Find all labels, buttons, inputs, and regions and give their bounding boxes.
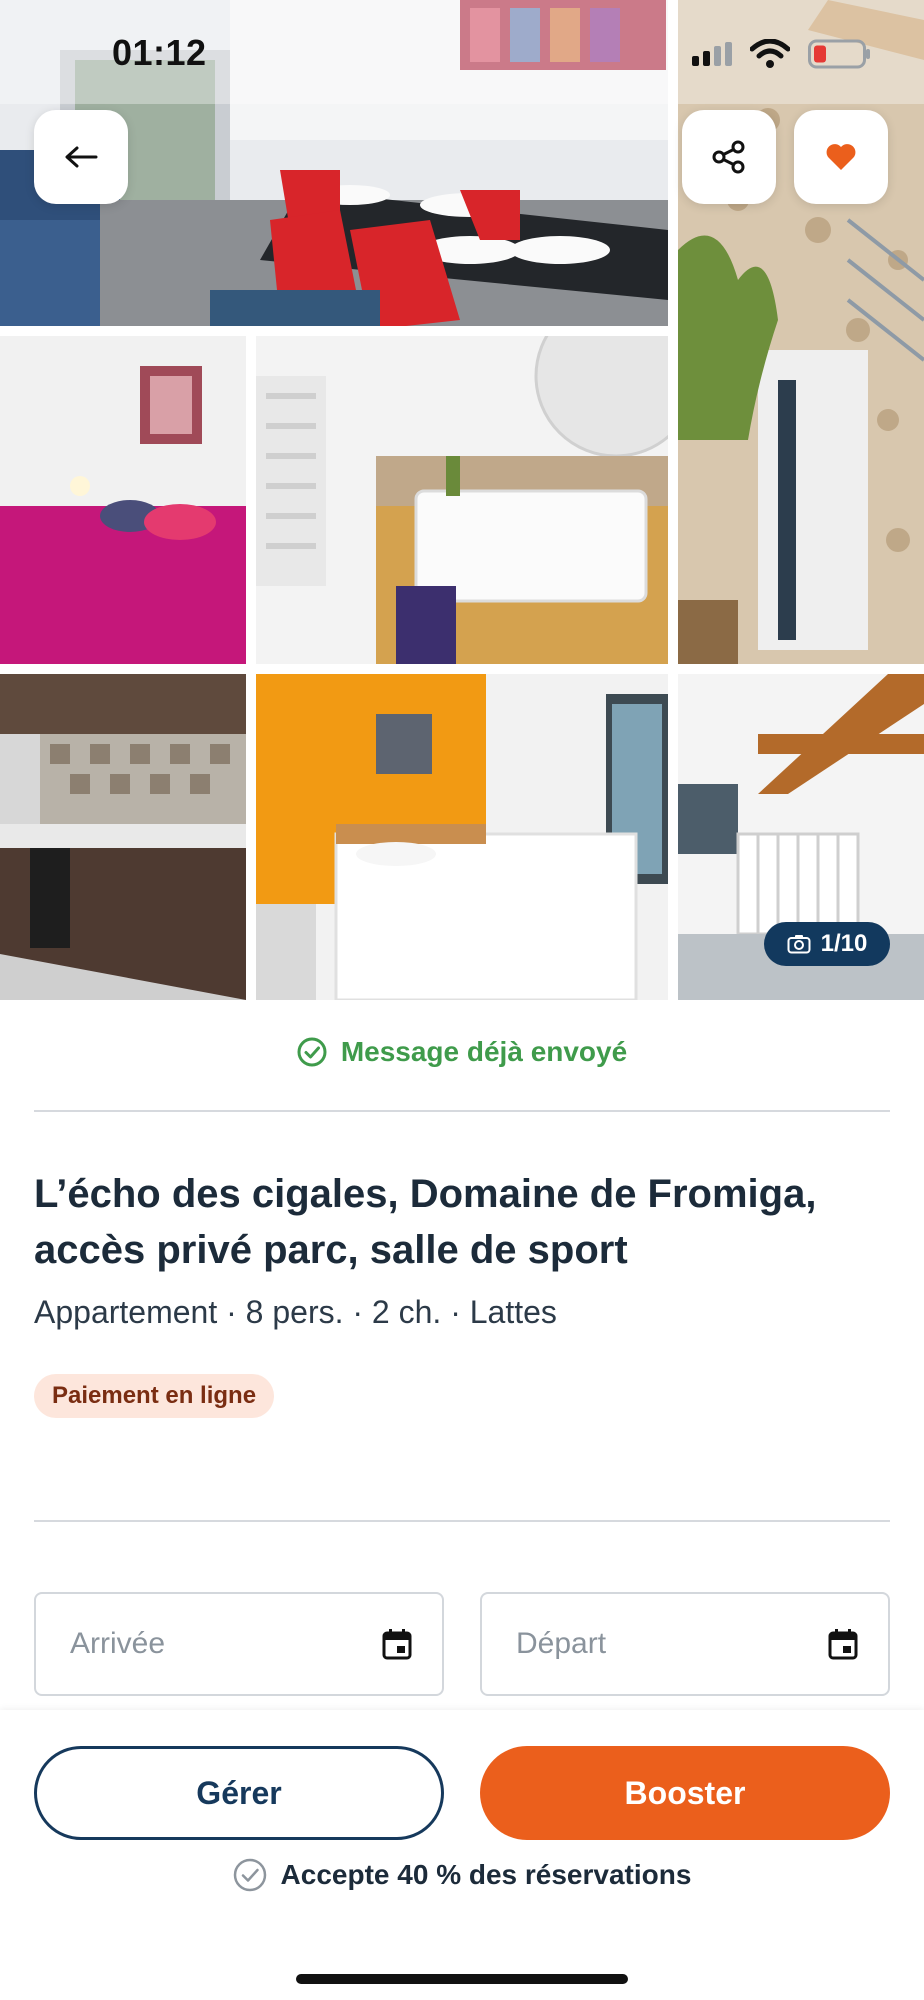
photo-orange-bedroom[interactable]: [256, 674, 668, 1000]
online-payment-badge: Paiement en ligne: [34, 1374, 275, 1418]
gallery-divider: [668, 0, 678, 1000]
photo-pink-bedroom[interactable]: [0, 336, 246, 664]
heart-icon: [826, 144, 856, 170]
home-indicator: [296, 1974, 628, 1984]
listing-title: L’écho des cigales, Domaine de Fromiga, …: [34, 1172, 817, 1272]
photo-gallery[interactable]: 01:12 1/10: [0, 0, 924, 1000]
share-button[interactable]: [682, 110, 776, 204]
calendar-icon: [828, 1629, 858, 1660]
photo-bathroom[interactable]: [256, 336, 668, 664]
message-sent-text: Message déjà envoyé: [340, 1036, 628, 1067]
arrival-date-field[interactable]: Arrivée: [34, 1592, 444, 1696]
gallery-divider: [246, 326, 256, 1000]
gallery-divider: [0, 326, 668, 336]
check-circle-icon: [297, 1037, 327, 1067]
wifi-icon: [750, 39, 790, 68]
status-time: 01:12: [112, 32, 207, 73]
message-sent-status: Message déjà envoyé: [0, 1036, 924, 1068]
departure-date-field[interactable]: Départ: [480, 1592, 890, 1696]
acceptance-rate: Accepte 40 % des réservations: [0, 1858, 924, 1892]
bottom-action-bar: Gérer Booster Accepte 40 % des réservati…: [0, 1710, 924, 2000]
cellular-signal-icon: [692, 42, 732, 66]
listing-subtitle: Appartement · 8 pers. · 2 ch. · Lattes: [34, 1294, 557, 1330]
photo-counter-badge[interactable]: 1/10: [764, 922, 890, 966]
section-divider: [34, 1110, 890, 1112]
boost-button[interactable]: Booster: [480, 1746, 890, 1840]
back-button[interactable]: [34, 110, 128, 204]
share-icon: [712, 140, 745, 174]
acceptance-rate-text: Accepte 40 % des réservations: [280, 1859, 692, 1890]
manage-button[interactable]: Gérer: [34, 1746, 444, 1840]
photo-kitchen[interactable]: [0, 674, 246, 1000]
status-bar: 01:12: [0, 0, 924, 104]
gallery-divider: [0, 664, 924, 674]
favorite-button[interactable]: [794, 110, 888, 204]
battery-low-icon: [808, 39, 870, 69]
status-icons: [692, 36, 872, 72]
photo-counter-text: 1/10: [820, 930, 868, 957]
calendar-icon: [382, 1629, 412, 1660]
arrival-placeholder: Arrivée: [70, 1627, 166, 1660]
arrow-left-icon: [65, 146, 98, 168]
check-circle-outline-icon: [233, 1858, 266, 1892]
camera-icon: [787, 935, 811, 954]
departure-placeholder: Départ: [516, 1627, 607, 1660]
section-divider: [34, 1520, 890, 1522]
